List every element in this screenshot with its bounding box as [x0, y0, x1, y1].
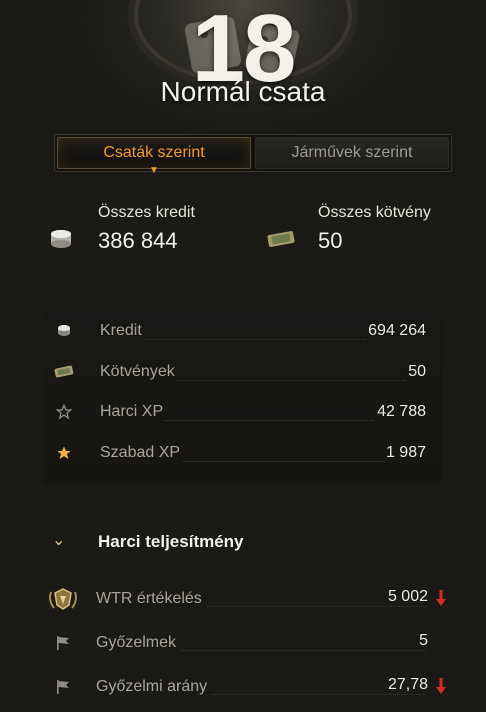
detail-value: 694 264 — [366, 322, 428, 340]
detail-value: 42 788 — [375, 403, 428, 421]
detail-row-free-xp: Szabad XP 1 987 — [44, 438, 442, 468]
performance-value: 27,78 — [383, 676, 428, 694]
chevron-down-icon: ⌄ — [52, 532, 66, 549]
tab-label: Járművek szerint — [291, 144, 413, 161]
tab-label: Csaták szerint — [103, 144, 205, 161]
performance-label: Győzelmi arány — [96, 678, 212, 696]
caret-down-icon: ▼ — [149, 165, 159, 176]
header-area: 18 Normál csata — [0, 0, 486, 130]
detail-row-bonds: Kötvények 50 — [44, 357, 442, 387]
earnings-details: Kredit 694 264 Kötvények 50 Harci XP 42 … — [44, 296, 442, 482]
flag-icon — [48, 672, 78, 702]
detail-row-credits: Kredit 694 264 — [44, 316, 442, 346]
detail-row-battle-xp: Harci XP 42 788 — [44, 397, 442, 427]
performance-value: 5 002 — [383, 588, 428, 606]
summary-panel: Összes kredit 386 844 Összes kötvény 50 — [0, 200, 486, 270]
detail-value: 50 — [406, 363, 428, 381]
performance-value: 5 — [415, 632, 428, 650]
total-credits-label: Összes kredit — [98, 204, 195, 221]
view-tabs: Csaták szerint ▼ Járművek szerint — [54, 134, 452, 176]
detail-label: Kötvények — [98, 363, 177, 381]
star-outline-icon — [54, 402, 74, 422]
total-bonds: Összes kötvény 50 — [318, 204, 431, 254]
flag-icon — [48, 628, 78, 658]
detail-label: Szabad XP — [98, 444, 183, 462]
tab-by-battles[interactable]: Csaták szerint ▼ — [57, 137, 251, 176]
bonds-stack-icon — [266, 230, 296, 253]
total-credits: Összes kredit 386 844 — [98, 204, 195, 254]
star-gold-icon — [54, 443, 74, 463]
mode-title: Normál csata — [160, 76, 326, 107]
detail-label: Harci XP — [98, 403, 166, 421]
performance-row-wins: Győzelmek 5 — [0, 628, 486, 662]
total-bonds-label: Összes kötvény — [318, 204, 431, 221]
total-bonds-value: 50 — [318, 228, 343, 253]
bonds-icon — [54, 362, 74, 382]
arrow-down-icon — [436, 678, 446, 699]
performance-row-wtr: WTR értékelés 5 002 — [0, 584, 486, 618]
performance-row-win-rate: Győzelmi arány 27,78 — [0, 672, 486, 706]
performance-label: Győzelmek — [96, 634, 181, 652]
performance-title: Harci teljesítmény — [98, 532, 244, 551]
coins-stack-icon — [50, 228, 72, 255]
detail-label: Kredit — [98, 322, 144, 340]
performance-label: WTR értékelés — [96, 590, 206, 608]
wtr-badge-icon — [48, 584, 78, 614]
arrow-down-icon — [436, 590, 446, 611]
tab-by-vehicles[interactable]: Járművek szerint — [255, 137, 449, 169]
performance-section-header[interactable]: ⌄ Harci teljesítmény — [0, 528, 486, 558]
total-credits-value: 386 844 — [98, 228, 178, 253]
detail-value: 1 987 — [383, 444, 428, 462]
coins-icon — [54, 321, 74, 341]
